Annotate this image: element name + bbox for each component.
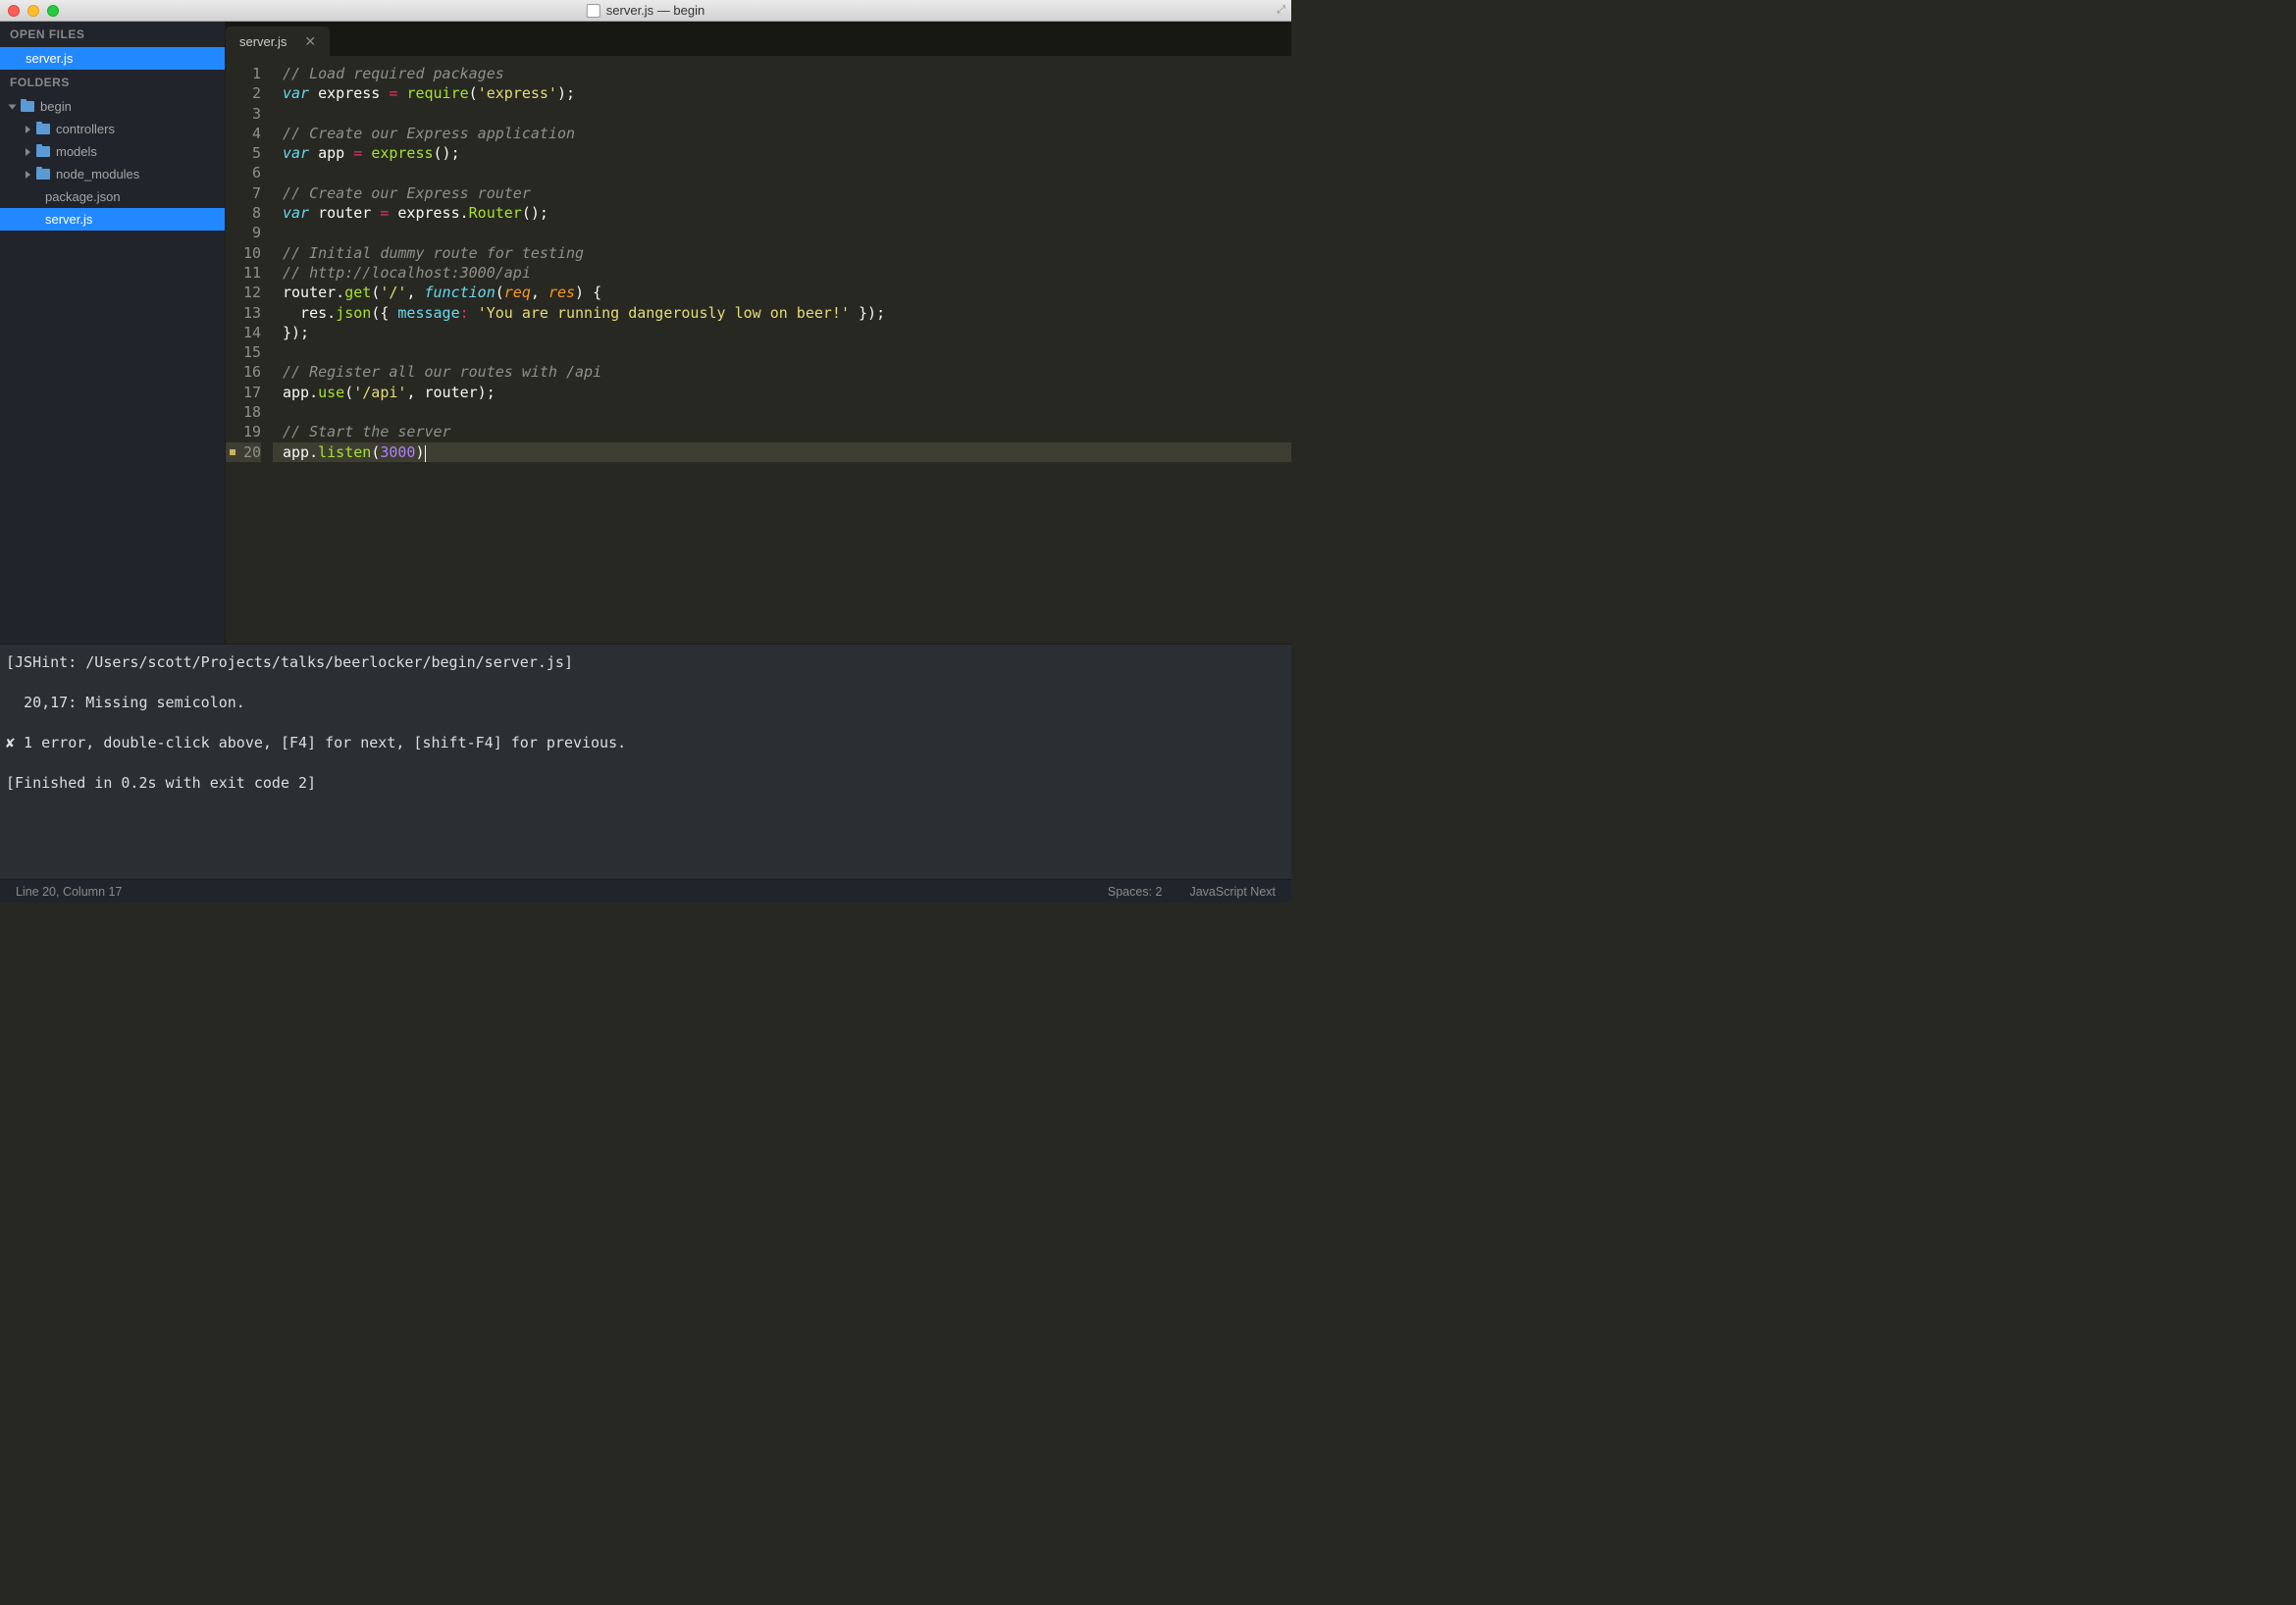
code-line[interactable] bbox=[273, 223, 1291, 242]
line-number: 9 bbox=[226, 223, 261, 242]
document-icon bbox=[587, 4, 600, 18]
minimize-window-button[interactable] bbox=[27, 5, 39, 17]
code-line[interactable]: // Initial dummy route for testing bbox=[273, 243, 1291, 263]
code-line[interactable]: var app = express(); bbox=[273, 143, 1291, 163]
line-number: 1 bbox=[226, 64, 261, 83]
build-output-panel[interactable]: [JSHint: /Users/scott/Projects/talks/bee… bbox=[0, 644, 1291, 879]
code-line[interactable]: res.json({ message: 'You are running dan… bbox=[273, 303, 1291, 323]
folder-label: controllers bbox=[56, 122, 115, 136]
file-label: server.js bbox=[45, 212, 92, 227]
code-line[interactable] bbox=[273, 163, 1291, 182]
line-number: 4 bbox=[226, 124, 261, 143]
code-line[interactable]: // Create our Express application bbox=[273, 124, 1291, 143]
tab-server-js[interactable]: server.js ✕ bbox=[226, 26, 330, 56]
disclosure-triangle-icon[interactable] bbox=[26, 126, 30, 133]
code-line[interactable]: // http://localhost:3000/api bbox=[273, 263, 1291, 283]
zoom-window-button[interactable] bbox=[47, 5, 59, 17]
line-number: 16 bbox=[226, 362, 261, 382]
code-line[interactable]: // Create our Express router bbox=[273, 183, 1291, 203]
expand-icon[interactable]: ⤢ bbox=[1277, 4, 1285, 17]
syntax-setting[interactable]: JavaScript Next bbox=[1189, 885, 1276, 899]
folder-icon bbox=[36, 124, 50, 134]
line-number: 10 bbox=[226, 243, 261, 263]
folders-header: FOLDERS bbox=[0, 70, 225, 95]
folder-label: node_modules bbox=[56, 167, 139, 181]
line-number: 5 bbox=[226, 143, 261, 163]
editor-area: server.js ✕ 1234567891011121314151617181… bbox=[226, 22, 1291, 644]
code-line[interactable]: var express = require('express'); bbox=[273, 83, 1291, 103]
line-number: 3 bbox=[226, 104, 261, 124]
folder-icon bbox=[36, 169, 50, 180]
line-number: 7 bbox=[226, 183, 261, 203]
code-line[interactable]: // Load required packages bbox=[273, 64, 1291, 83]
code-line[interactable] bbox=[273, 342, 1291, 362]
main-area: OPEN FILES server.js FOLDERS begin contr… bbox=[0, 22, 1291, 644]
code-line[interactable] bbox=[273, 104, 1291, 124]
cursor-position[interactable]: Line 20, Column 17 bbox=[16, 885, 122, 899]
line-number: 8 bbox=[226, 203, 261, 223]
line-number: 18 bbox=[226, 402, 261, 422]
file-label: package.json bbox=[45, 189, 121, 204]
code-editor[interactable]: 1234567891011121314151617181920 // Load … bbox=[226, 56, 1291, 644]
disclosure-triangle-icon[interactable] bbox=[26, 148, 30, 156]
code-content[interactable]: // Load required packagesvar express = r… bbox=[273, 64, 1291, 644]
folder-item-controllers[interactable]: controllers bbox=[0, 118, 225, 140]
sidebar: OPEN FILES server.js FOLDERS begin contr… bbox=[0, 22, 226, 644]
folder-item-node-modules[interactable]: node_modules bbox=[0, 163, 225, 185]
close-tab-icon[interactable]: ✕ bbox=[304, 34, 316, 48]
code-line[interactable]: app.listen(3000) bbox=[273, 442, 1291, 462]
line-number: 2 bbox=[226, 83, 261, 103]
open-file-label: server.js bbox=[26, 51, 73, 66]
folder-icon bbox=[21, 101, 34, 112]
code-line[interactable]: }); bbox=[273, 323, 1291, 342]
line-number: 17 bbox=[226, 383, 261, 402]
gutter: 1234567891011121314151617181920 bbox=[226, 64, 273, 644]
line-number: 15 bbox=[226, 342, 261, 362]
code-line[interactable]: // Start the server bbox=[273, 422, 1291, 441]
line-number: 12 bbox=[226, 283, 261, 302]
file-item-package-json[interactable]: package.json bbox=[0, 185, 225, 208]
open-files-header: OPEN FILES bbox=[0, 22, 225, 47]
tab-bar: server.js ✕ bbox=[226, 22, 1291, 56]
close-window-button[interactable] bbox=[8, 5, 20, 17]
traffic-lights bbox=[8, 5, 59, 17]
line-number: 19 bbox=[226, 422, 261, 441]
window-title: server.js — begin bbox=[606, 3, 704, 18]
folder-root-label: begin bbox=[40, 99, 72, 114]
code-line[interactable]: // Register all our routes with /api bbox=[273, 362, 1291, 382]
line-number: 20 bbox=[226, 442, 261, 462]
folder-root[interactable]: begin bbox=[0, 95, 225, 118]
text-cursor-icon bbox=[425, 445, 426, 462]
line-number: 6 bbox=[226, 163, 261, 182]
tab-label: server.js bbox=[239, 34, 287, 49]
line-number: 11 bbox=[226, 263, 261, 283]
disclosure-triangle-icon[interactable] bbox=[26, 171, 30, 179]
folder-label: models bbox=[56, 144, 97, 159]
folder-icon bbox=[36, 146, 50, 157]
titlebar: server.js — begin ⤢ bbox=[0, 0, 1291, 22]
file-item-server-js[interactable]: server.js bbox=[0, 208, 225, 231]
code-line[interactable]: var router = express.Router(); bbox=[273, 203, 1291, 223]
folder-item-models[interactable]: models bbox=[0, 140, 225, 163]
line-number: 13 bbox=[226, 303, 261, 323]
window-title-wrap: server.js — begin bbox=[587, 3, 704, 18]
line-number: 14 bbox=[226, 323, 261, 342]
code-line[interactable]: router.get('/', function(req, res) { bbox=[273, 283, 1291, 302]
open-file-item[interactable]: server.js bbox=[0, 47, 225, 70]
statusbar: Line 20, Column 17 Spaces: 2 JavaScript … bbox=[0, 879, 1291, 903]
code-line[interactable]: app.use('/api', router); bbox=[273, 383, 1291, 402]
code-line[interactable] bbox=[273, 402, 1291, 422]
disclosure-triangle-icon[interactable] bbox=[9, 104, 17, 109]
indentation-setting[interactable]: Spaces: 2 bbox=[1108, 885, 1163, 899]
